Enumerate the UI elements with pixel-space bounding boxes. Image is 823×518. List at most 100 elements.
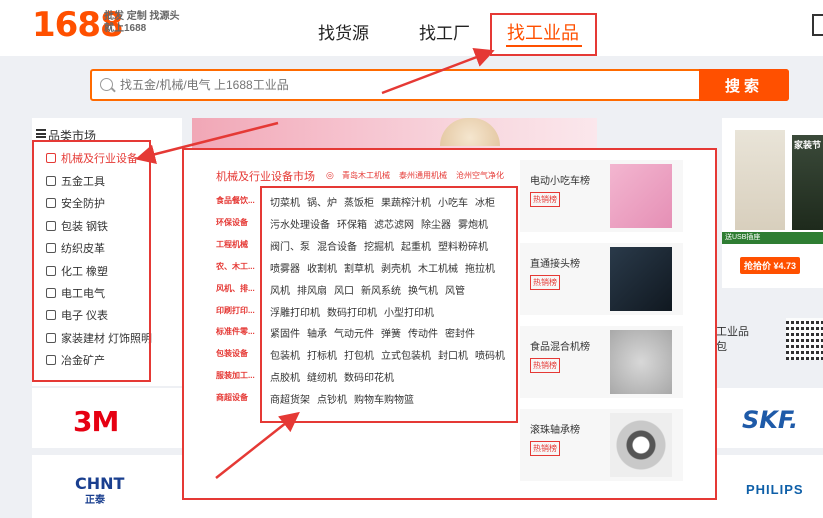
slogan-line-1: 批发 定制 找源头	[104, 11, 180, 22]
dropdown-row-label[interactable]: 标准件零...	[216, 326, 255, 337]
subcategory-link[interactable]: 割草机	[344, 264, 374, 275]
subcategory-link[interactable]: 蒸饭柜	[344, 198, 374, 209]
subcategory-link[interactable]: 换气机	[408, 286, 438, 297]
subcategory-link[interactable]: 风管	[445, 286, 465, 297]
subcategory-link[interactable]: 紧固件	[270, 329, 300, 340]
subcategory-link[interactable]: 风口	[334, 286, 354, 297]
hot-tag: 热销榜	[530, 192, 560, 207]
subcategory-link[interactable]: 缝纫机	[307, 373, 337, 384]
dropdown-row-items: 商超货架 点钞机 购物车购物篮	[270, 391, 421, 406]
subcategory-link[interactable]: 冰柜	[475, 198, 495, 209]
hot-product-card[interactable]: 滚珠轴承榜 热销榜	[520, 409, 683, 481]
subcategory-link[interactable]: 喷码机	[475, 351, 505, 362]
hot-link-qingdao[interactable]: 青岛木工机械	[342, 170, 390, 181]
hot-product-name: 滚珠轴承榜	[530, 425, 580, 436]
dropdown-row-label[interactable]: 包装设备	[216, 348, 248, 359]
subcategory-link[interactable]: 滤芯滤网	[374, 220, 414, 231]
subcategory-link[interactable]: 弹簧	[381, 329, 401, 340]
subcategory-link[interactable]: 数码印花机	[344, 373, 394, 384]
dropdown-row-label[interactable]: 食品餐饮...	[216, 195, 255, 206]
dropdown-row-label[interactable]: 印刷打印...	[216, 305, 255, 316]
highlight-box-categories	[32, 140, 151, 382]
subcategory-link[interactable]: 雾炮机	[458, 220, 488, 231]
dropdown-row-label[interactable]: 农、木工...	[216, 261, 255, 272]
subcategory-link[interactable]: 果蔬榨汁机	[381, 198, 431, 209]
right-banner-strip: 送USB插座	[722, 232, 823, 244]
qr-code	[786, 318, 823, 360]
subcategory-link[interactable]: 小吃车	[438, 198, 468, 209]
promo-banner[interactable]	[192, 118, 597, 148]
menu-icon[interactable]	[812, 14, 823, 36]
subcategory-link[interactable]: 浮雕打印机	[270, 308, 320, 319]
subcategory-link[interactable]: 风机	[270, 286, 290, 297]
subcategory-link[interactable]: 打标机	[307, 351, 337, 362]
subcategory-link[interactable]: 锅、炉	[307, 198, 337, 209]
hot-product-image	[610, 164, 672, 228]
nav-find-factory[interactable]: 找工厂	[419, 19, 470, 44]
search-button[interactable]: 搜索	[699, 69, 789, 101]
hot-product-image	[610, 330, 672, 394]
brand-philips-logo[interactable]: PHILIPS	[746, 482, 804, 497]
subcategory-link[interactable]: 轴承	[307, 329, 327, 340]
dropdown-row-label[interactable]: 商超设备	[216, 392, 248, 403]
subcategory-link[interactable]: 污水处理设备	[270, 220, 330, 231]
subcategory-link[interactable]: 木工机械	[418, 264, 458, 275]
subcategory-link[interactable]: 喷雾器	[270, 264, 300, 275]
subcategory-link[interactable]: 除尘器	[421, 220, 451, 231]
dropdown-row-items: 阀门、泵 混合设备 挖掘机 起重机 塑料粉碎机	[270, 238, 495, 253]
subcategory-link[interactable]: 点钞机	[317, 395, 347, 406]
subcategory-link[interactable]: 排风扇	[297, 286, 327, 297]
dropdown-row-items: 切菜机 锅、炉 蒸饭柜 果蔬榨汁机 小吃车 冰柜	[270, 194, 502, 209]
hot-tag: 热销榜	[530, 275, 560, 290]
subcategory-link[interactable]: 混合设备	[317, 242, 357, 253]
dropdown-row-label[interactable]: 环保设备	[216, 217, 248, 228]
nav-find-goods[interactable]: 找货源	[318, 19, 369, 44]
search-input[interactable]	[120, 71, 680, 99]
subcategory-link[interactable]: 小型打印机	[384, 308, 434, 319]
hot-link-cangzhou[interactable]: 沧州空气净化	[456, 170, 504, 181]
hot-tag: 热销榜	[530, 358, 560, 373]
hot-product-image	[610, 413, 672, 477]
hot-tag: 热销榜	[530, 441, 560, 456]
subcategory-link[interactable]: 购物车购物篮	[354, 395, 414, 406]
subcategory-link[interactable]: 新风系统	[361, 286, 401, 297]
subcategory-link[interactable]: 商超货架	[270, 395, 310, 406]
subcategory-link[interactable]: 起重机	[401, 242, 431, 253]
dropdown-row-items: 喷雾器 收割机 割草机 剥壳机 木工机械 拖拉机	[270, 260, 502, 275]
dropdown-row-items: 污水处理设备 环保箱 滤芯滤网 除尘器 雾炮机	[270, 216, 495, 231]
subcategory-link[interactable]: 剥壳机	[381, 264, 411, 275]
logo-slogan: 批发 定制 找源头 就上1688	[104, 11, 180, 35]
dropdown-row-items: 风机 排风扇 风口 新风系统 换气机 风管	[270, 282, 472, 297]
subcategory-link[interactable]: 塑料粉碎机	[438, 242, 488, 253]
subcategory-link[interactable]: 打包机	[344, 351, 374, 362]
subcategory-link[interactable]: 切菜机	[270, 198, 300, 209]
subcategory-link[interactable]: 气动元件	[334, 329, 374, 340]
subcategory-link[interactable]: 环保箱	[337, 220, 367, 231]
subcategory-link[interactable]: 包装机	[270, 351, 300, 362]
brand-3m-logo[interactable]: 3M	[73, 405, 119, 438]
subcategory-link[interactable]: 封口机	[438, 351, 468, 362]
hot-product-card[interactable]: 食品混合机榜 热销榜	[520, 326, 683, 398]
price-tag[interactable]: 抢拾价 ¥4.73	[740, 257, 801, 274]
subcategory-link[interactable]: 阀门、泵	[270, 242, 310, 253]
dropdown-row-items: 紧固件 轴承 气动元件 弹簧 传动件 密封件	[270, 325, 482, 340]
subcategory-link[interactable]: 点胶机	[270, 373, 300, 384]
subcategory-link[interactable]: 收割机	[307, 264, 337, 275]
brand-chint-logo[interactable]: CHNT	[75, 476, 124, 492]
subcategory-link[interactable]: 拖拉机	[465, 264, 495, 275]
dropdown-row-label[interactable]: 工程机械	[216, 239, 248, 250]
dropdown-title[interactable]: 机械及行业设备市场	[216, 168, 315, 184]
brand-skf-logo[interactable]: SKF.	[742, 406, 798, 434]
subcategory-link[interactable]: 数码打印机	[327, 308, 377, 319]
subcategory-link[interactable]: 传动件	[408, 329, 438, 340]
header: 1688 批发 定制 找源头 就上1688 找货源 找工厂 找工业品	[0, 0, 823, 56]
subcategory-link[interactable]: 立式包装机	[381, 351, 431, 362]
hot-product-card[interactable]: 直通接头榜 热销榜	[520, 243, 683, 315]
subcategory-link[interactable]: 密封件	[445, 329, 475, 340]
dropdown-row-label[interactable]: 服装加工...	[216, 370, 255, 381]
subcategory-link[interactable]: 挖掘机	[364, 242, 394, 253]
hot-link-taizhou[interactable]: 泰州通用机械	[399, 170, 447, 181]
dropdown-row-items: 包装机 打标机 打包机 立式包装机 封口机 喷码机	[270, 347, 512, 362]
hot-product-card[interactable]: 电动小吃车榜 热销榜	[520, 160, 683, 232]
dropdown-row-label[interactable]: 风机、排...	[216, 283, 255, 294]
